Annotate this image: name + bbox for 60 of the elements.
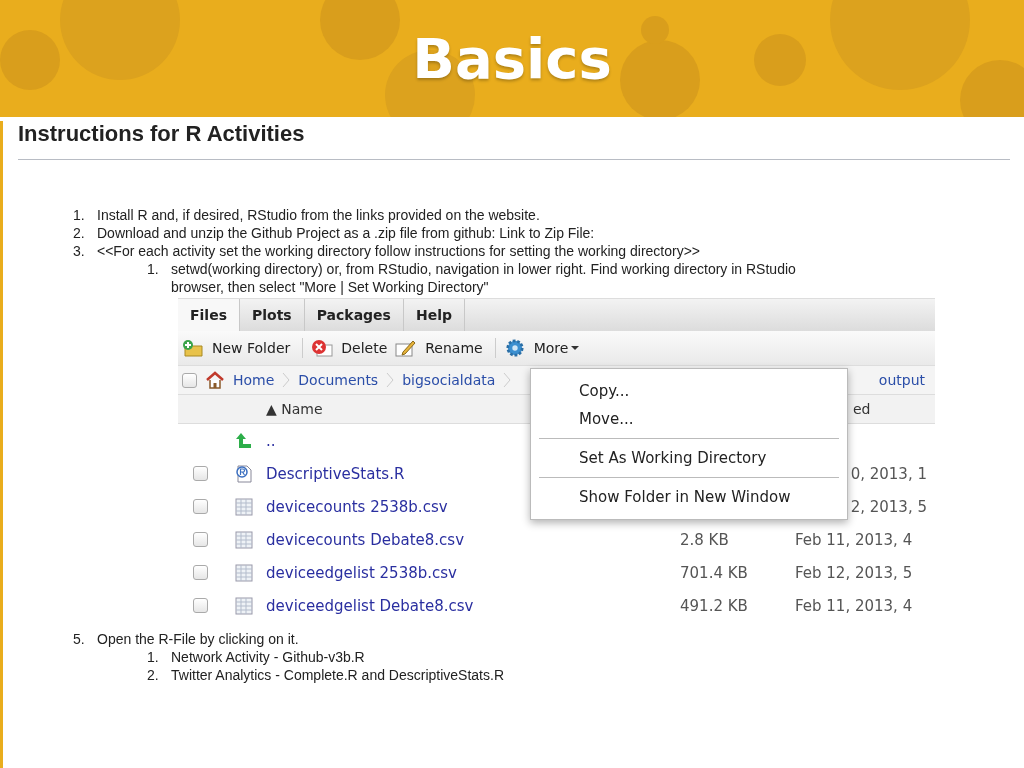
modified-date: Feb 11, 2013, 4 <box>795 596 913 615</box>
file-link[interactable]: devicecounts Debate8.csv <box>266 530 680 549</box>
up-arrow-icon <box>235 431 253 450</box>
spreadsheet-icon <box>235 596 253 615</box>
step-number: 1. <box>73 206 86 224</box>
chevron-icon <box>282 372 291 388</box>
step-text: Download and unzip the Github Project as a .zip file from github: Link to Zip File: <box>97 224 595 242</box>
rename-button[interactable]: Rename <box>421 340 487 356</box>
breadcrumb-link[interactable]: bigsocialdata <box>402 372 496 388</box>
spreadsheet-icon <box>235 530 253 549</box>
checkbox[interactable] <box>192 499 208 514</box>
step-text: Install R and, if desired, RStudio from the links provided on the website. <box>97 206 540 224</box>
chevron-icon <box>503 372 512 388</box>
new-folder-button[interactable]: New Folder <box>208 340 295 356</box>
menu-item[interactable]: Move... <box>531 405 847 433</box>
file-size: 701.4 KB <box>680 563 748 582</box>
step-number: 2. <box>73 224 86 242</box>
step-text: Network Activity - Github-v3b.R <box>171 648 365 666</box>
pane-tab[interactable]: Files <box>178 299 240 331</box>
modified-date: 0, 2013, 1 <box>850 464 927 483</box>
step-number: 1. <box>147 648 160 666</box>
menu-item[interactable]: Show Folder in New Window <box>531 483 847 511</box>
r-file-icon <box>235 464 253 483</box>
pencil-icon <box>395 339 418 357</box>
step-number: 3. <box>73 242 86 260</box>
menu-item[interactable]: Set As Working Directory <box>531 444 847 472</box>
step-text: setwd(working directory) or, from RStudio, navigation in lower right. Find working directory in RStudio browser, then select "More | Set Working Directory" <box>171 260 797 296</box>
slide-title: Basics <box>412 26 612 91</box>
spreadsheet-icon <box>235 563 253 582</box>
chevron-icon <box>386 372 395 388</box>
file-size: 2.8 KB <box>680 530 729 549</box>
file-link[interactable]: deviceedgelist 2538b.csv <box>266 563 680 582</box>
gear-icon <box>503 339 526 357</box>
modified-date: Feb 12, 2013, 5 <box>795 563 913 582</box>
modified-date: 2, 2013, 5 <box>850 497 927 516</box>
breadcrumb-link[interactable]: Home <box>233 372 275 388</box>
step-text: Open the R-File by clicking on it. <box>97 630 299 648</box>
page-heading: Instructions for R Activities <box>18 121 306 147</box>
step-number: 5. <box>73 630 86 648</box>
file-size: 491.2 KB <box>680 596 748 615</box>
checkbox[interactable] <box>192 532 208 547</box>
menu-item[interactable]: Copy... <box>531 377 847 405</box>
step-text: Twitter Analytics - Complete.R and DescriptiveStats.R <box>171 666 504 684</box>
breadcrumb-link[interactable]: output <box>878 372 925 388</box>
step-number: 2. <box>147 666 160 684</box>
breadcrumb-link[interactable]: Documents <box>298 372 379 388</box>
checkbox[interactable] <box>182 372 197 388</box>
spreadsheet-icon <box>235 497 253 516</box>
checkbox[interactable] <box>192 598 208 613</box>
delete-button[interactable]: Delete <box>337 340 392 356</box>
step-number: 1. <box>147 260 160 279</box>
checkbox[interactable] <box>192 565 208 580</box>
new-folder-icon <box>182 339 204 357</box>
more-button[interactable]: More <box>529 340 584 356</box>
step-text: <<For each activity set the working directory follow instructions for setting the working directory>> <box>97 242 701 260</box>
checkbox[interactable] <box>192 466 208 481</box>
file-link[interactable]: deviceedgelist Debate8.csv <box>266 596 680 615</box>
modified-date: Feb 11, 2013, 4 <box>795 530 913 549</box>
home-icon <box>205 371 225 389</box>
delete-icon <box>311 339 334 357</box>
